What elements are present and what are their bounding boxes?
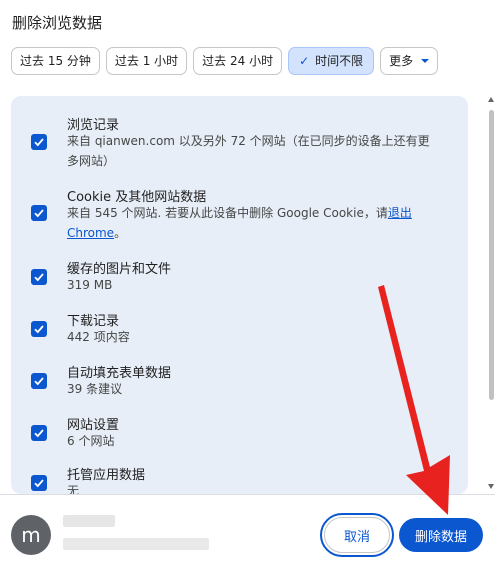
checkbox-browsing-history[interactable] bbox=[31, 134, 47, 150]
item-cookies: Cookie 及其他网站数据 来自 545 个网站. 若要从此设备中删除 Goo… bbox=[11, 182, 468, 242]
desc-suffix: 。 bbox=[114, 226, 127, 240]
chip-label: 过去 1 小时 bbox=[114, 54, 179, 68]
check-icon bbox=[34, 377, 44, 386]
checkbox-hosted-app-data[interactable] bbox=[31, 475, 47, 491]
chip-label: 时间不限 bbox=[315, 54, 364, 68]
chip-more-dropdown[interactable]: 更多 bbox=[380, 47, 439, 75]
chip-label: 更多 bbox=[389, 54, 414, 68]
chip-label: 过去 24 小时 bbox=[202, 54, 274, 68]
chip-24-hours[interactable]: 过去 24 小时 bbox=[193, 47, 283, 75]
cancel-button-label: 取消 bbox=[343, 529, 370, 545]
blurred-account-email bbox=[63, 538, 209, 550]
check-icon bbox=[34, 325, 44, 334]
check-icon bbox=[34, 138, 44, 147]
checkbox-autofill[interactable] bbox=[31, 373, 47, 389]
chip-all-time[interactable]: ✓ 时间不限 bbox=[288, 47, 375, 75]
avatar: m bbox=[11, 515, 51, 555]
checkbox-cookies[interactable] bbox=[31, 205, 47, 221]
chip-label: 过去 15 分钟 bbox=[20, 54, 91, 68]
time-range-chips: 过去 15 分钟 过去 1 小时 过去 24 小时 ✓ 时间不限 更多 bbox=[11, 47, 439, 75]
check-icon bbox=[34, 209, 44, 218]
desc-prefix: 来自 545 个网站. 若要从此设备中删除 Google Cookie，请 bbox=[67, 206, 388, 220]
check-icon bbox=[34, 429, 44, 438]
item-browsing-history: 浏览记录 来自 qianwen.com 以及另外 72 个网站（在已同步的设备上… bbox=[11, 110, 468, 170]
checkbox-cached-images[interactable] bbox=[31, 269, 47, 285]
check-icon bbox=[34, 273, 44, 282]
scroll-down-arrow-icon[interactable] bbox=[488, 484, 494, 489]
delete-button-label: 删除数据 bbox=[414, 529, 467, 545]
item-description: 来自 545 个网站. 若要从此设备中删除 Google Cookie，请退出 … bbox=[67, 203, 435, 243]
chip-1-hour[interactable]: 过去 1 小时 bbox=[105, 47, 188, 75]
delete-data-button[interactable]: 删除数据 bbox=[399, 518, 483, 552]
checkbox-site-settings[interactable] bbox=[31, 425, 47, 441]
cancel-button[interactable]: 取消 bbox=[320, 513, 394, 557]
scroll-up-arrow-icon[interactable] bbox=[488, 97, 494, 102]
blurred-account-name bbox=[63, 515, 115, 527]
caret-down-icon bbox=[421, 59, 430, 63]
chip-15-minutes[interactable]: 过去 15 分钟 bbox=[11, 47, 100, 75]
check-icon bbox=[34, 479, 44, 488]
dialog-title: 删除浏览数据 bbox=[12, 14, 103, 32]
item-description: 来自 qianwen.com 以及另外 72 个网站（在已同步的设备上还有更多网… bbox=[67, 134, 430, 168]
checkbox-downloads[interactable] bbox=[31, 321, 47, 337]
checkmark-icon: ✓ bbox=[299, 54, 310, 68]
red-arrow-annotation-icon bbox=[378, 285, 450, 515]
scrollbar-thumb[interactable] bbox=[489, 110, 494, 400]
